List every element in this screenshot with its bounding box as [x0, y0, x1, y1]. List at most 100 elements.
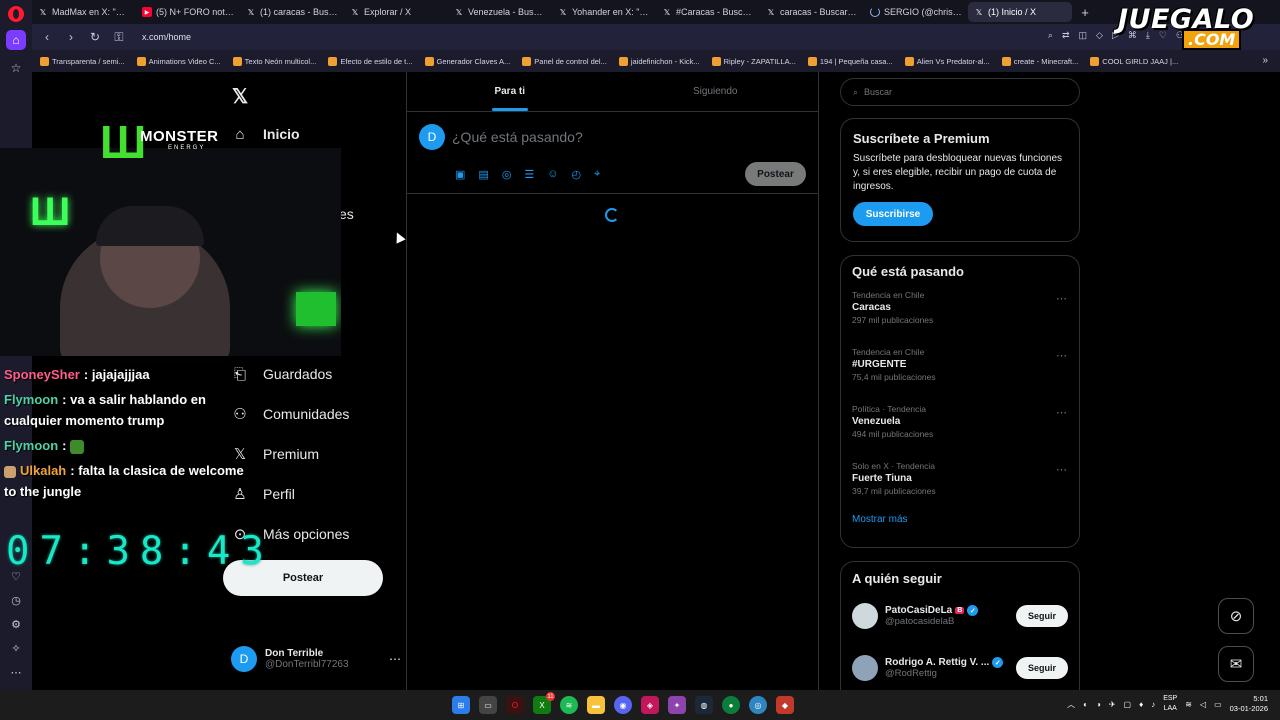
- home-rail-icon[interactable]: ⌂: [6, 30, 26, 50]
- tray-app-icon[interactable]: ♦: [1139, 700, 1143, 709]
- back-icon[interactable]: ‹: [40, 30, 54, 44]
- wifi-icon[interactable]: ≋: [1185, 700, 1192, 709]
- more-dots-icon[interactable]: ⋯: [1056, 349, 1067, 362]
- mic-icon[interactable]: ♪: [1151, 700, 1155, 709]
- nav-bookmarks[interactable]: ⎗ Guardados: [231, 354, 332, 394]
- nav-more[interactable]: ⊙ Más opciones: [231, 514, 350, 554]
- discord-icon[interactable]: ◉: [614, 696, 632, 714]
- search-icon[interactable]: ⌕: [1048, 30, 1053, 41]
- xbox-icon[interactable]: X 11: [533, 692, 555, 714]
- more-rail-icon[interactable]: ⋯: [6, 662, 26, 682]
- grok-icon[interactable]: ◎: [502, 168, 512, 181]
- app-icon[interactable]: ✦: [668, 696, 686, 714]
- settings-rail-icon[interactable]: ⚙: [6, 614, 26, 634]
- lightbulb-rail-icon[interactable]: ✧: [6, 638, 26, 658]
- clock[interactable]: 5:01 03-01-2026: [1230, 694, 1268, 714]
- tray-app-icon[interactable]: ▢: [1124, 700, 1132, 709]
- file-explorer-icon[interactable]: ▬: [587, 696, 605, 714]
- grok-float-icon[interactable]: ⊘: [1218, 598, 1254, 634]
- emoji-icon[interactable]: ☺: [547, 168, 558, 181]
- compose-post-button[interactable]: Postear: [745, 162, 806, 186]
- windows-start-icon[interactable]: ⊞: [452, 696, 470, 714]
- more-dots-icon[interactable]: ⋯: [1056, 292, 1067, 305]
- location-icon[interactable]: ⌖: [594, 168, 600, 181]
- more-dots-icon[interactable]: ⋯: [1056, 463, 1067, 476]
- tray-app-icon[interactable]: ◑: [1096, 700, 1101, 709]
- poll-icon[interactable]: ☰: [524, 168, 534, 181]
- search-input[interactable]: ⌕ Buscar: [840, 78, 1080, 106]
- bookmark-item[interactable]: Texto Neón multicol...: [232, 56, 316, 66]
- trend-item[interactable]: Tendencia en Chile Caracas 297 mil publi…: [841, 286, 1079, 343]
- account-switcher[interactable]: D Don Terrible @DonTerribl77263 ⋯: [231, 642, 401, 676]
- schedule-icon[interactable]: ◴: [572, 168, 582, 181]
- steam-icon[interactable]: ◍: [695, 696, 713, 714]
- follow-button[interactable]: Seguir: [1016, 657, 1068, 679]
- trend-item[interactable]: Tendencia en Chile #URGENTE 75,4 mil pub…: [841, 343, 1079, 400]
- follow-suggestion[interactable]: PatoCasiDeLa B ✓ @patocasidelaB Seguir: [841, 590, 1079, 642]
- url-field[interactable]: x.com/home: [142, 32, 191, 42]
- bookmark-item[interactable]: Animations Video C...: [136, 56, 221, 66]
- browser-tab[interactable]: 𝕏 (1) caracas - Buscar / X: [240, 2, 344, 22]
- post-button[interactable]: Postear: [223, 560, 383, 596]
- battery-icon[interactable]: ▭: [1214, 700, 1222, 709]
- bookmark-item[interactable]: Transparenta / semi...: [40, 56, 125, 66]
- tab-for-you[interactable]: Para ti: [407, 72, 613, 111]
- more-bookmarks-icon[interactable]: »: [1262, 55, 1268, 66]
- nav-premium[interactable]: 𝕏 Premium: [231, 434, 319, 474]
- show-more-link[interactable]: Mostrar más: [841, 514, 1079, 525]
- tray-app-icon[interactable]: ✈: [1109, 700, 1116, 709]
- shield-icon[interactable]: ◇: [1096, 30, 1103, 41]
- heart-rail-icon[interactable]: ♡: [6, 566, 26, 586]
- browser-tab[interactable]: 𝕏 Explorar / X: [344, 2, 448, 22]
- history-rail-icon[interactable]: ◷: [6, 590, 26, 610]
- bookmark-item[interactable]: 194 | Pequeña casa...: [807, 56, 893, 66]
- browser-tab[interactable]: 𝕏 Venezuela - Buscar / X: [448, 2, 552, 22]
- trend-item[interactable]: Solo en X · Tendencia Fuerte Tiuna 39,7 …: [841, 457, 1079, 514]
- bookmark-item[interactable]: Efecto de estilo de t...: [328, 56, 413, 66]
- app-icon[interactable]: ●: [722, 696, 740, 714]
- nav-explore[interactable]: es: [339, 194, 354, 234]
- tray-app-icon[interactable]: ◐: [1083, 700, 1088, 709]
- browser-tab[interactable]: 𝕏 MadMax en X: "Venez...: [32, 2, 136, 22]
- reload-icon[interactable]: ↻: [88, 30, 102, 44]
- chevron-up-icon[interactable]: ︿: [1067, 699, 1075, 710]
- nav-communities[interactable]: ⚇ Comunidades: [231, 394, 349, 434]
- browser-tab[interactable]: 𝕏 #Caracas - Buscar / X: [656, 2, 760, 22]
- bookmark-item[interactable]: Panel de control del...: [522, 56, 607, 66]
- app-icon[interactable]: ◆: [776, 696, 794, 714]
- bookmark-item[interactable]: Alien Vs Predator-al...: [904, 56, 990, 66]
- image-icon[interactable]: ▣: [455, 168, 465, 181]
- browser-app-icon[interactable]: ◎: [749, 696, 767, 714]
- more-dots-icon[interactable]: ⋯: [1056, 406, 1067, 419]
- more-dots-icon[interactable]: ⋯: [389, 652, 401, 666]
- subscribe-button[interactable]: Suscribirse: [853, 202, 933, 226]
- messages-float-icon[interactable]: ✉: [1218, 646, 1254, 682]
- browser-tab[interactable]: ▶ (5) N+ FORO noticias en v...: [136, 2, 240, 22]
- nav-home[interactable]: ⌂ Inicio: [231, 114, 299, 154]
- trend-item[interactable]: Política · Tendencia Venezuela 494 mil p…: [841, 400, 1079, 457]
- bookmark-item[interactable]: Ripley - ZAPATILLA...: [711, 56, 796, 66]
- opera-logo-icon[interactable]: [8, 6, 24, 22]
- browser-tab[interactable]: 𝕏 Yohander en X: "#Últimah...: [552, 2, 656, 22]
- language-indicator[interactable]: ESP LAA: [1163, 694, 1177, 714]
- task-view-icon[interactable]: ▭: [479, 696, 497, 714]
- follow-button[interactable]: Seguir: [1016, 605, 1068, 627]
- star-rail-icon[interactable]: ☆: [6, 58, 26, 78]
- volume-icon[interactable]: ◁: [1200, 700, 1206, 709]
- browser-tab[interactable]: 𝕏caracas - Buscar / X: [760, 2, 864, 22]
- bookmark-item[interactable]: jaidefinichon - Kick...: [618, 56, 700, 66]
- gif-icon[interactable]: ▤: [478, 168, 488, 181]
- browser-tab-active[interactable]: 𝕏 (1) Inicio / X: [968, 2, 1072, 22]
- bookmark-item[interactable]: create - Minecraft...: [1001, 56, 1078, 66]
- translate-icon[interactable]: ⇄: [1062, 30, 1070, 41]
- camera-icon[interactable]: ◫: [1079, 30, 1088, 41]
- opera-taskbar-icon[interactable]: O: [506, 696, 524, 714]
- browser-tab[interactable]: SERGIO (@christopher14...: [864, 2, 968, 22]
- new-tab-icon[interactable]: +: [1076, 3, 1094, 21]
- tab-following[interactable]: Siguiendo: [613, 72, 819, 111]
- forward-icon[interactable]: ›: [64, 30, 78, 44]
- x-logo-icon[interactable]: 𝕏: [232, 84, 248, 109]
- bookmark-item[interactable]: COOL GIRLD JAAJ |...: [1090, 56, 1178, 66]
- follow-suggestion[interactable]: Rodrigo A. Rettig V. ... ✓ @RodRettig Seg…: [841, 642, 1079, 694]
- spotify-icon[interactable]: ≋: [560, 696, 578, 714]
